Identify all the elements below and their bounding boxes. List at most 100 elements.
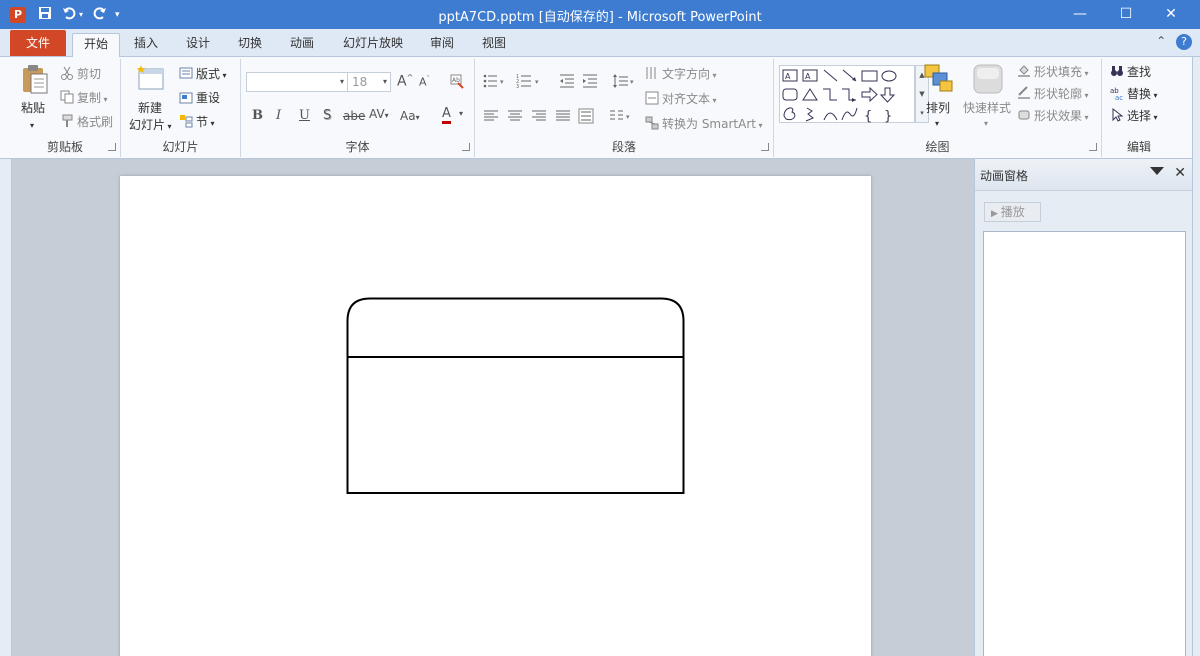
rounded-header-box-shape[interactable]	[346, 297, 685, 494]
new-slide-button[interactable]: 幻灯片 ▾	[129, 116, 172, 136]
binoculars-icon	[1110, 64, 1124, 78]
pencil-icon	[1017, 86, 1031, 100]
section-icon	[179, 114, 193, 128]
align-center-icon[interactable]	[507, 109, 523, 127]
increase-indent-icon[interactable]	[582, 73, 598, 93]
minimize-button[interactable]: —	[1057, 0, 1103, 29]
shape-fill-button[interactable]: 形状填充 ▾	[1017, 63, 1089, 83]
ribbon: 粘贴 ▾ 剪切 复制 ▾ 格式刷 剪贴板 新建 幻灯片 ▾ 版式 ▾ 重设 节 …	[0, 57, 1200, 159]
slides-group: 新建 幻灯片 ▾ 版式 ▾ 重设 节 ▾ 幻灯片	[121, 59, 241, 157]
animation-list[interactable]	[983, 231, 1186, 656]
tab-view[interactable]: 视图	[476, 33, 512, 57]
font-group-label: 字体	[345, 140, 370, 154]
shadow-button[interactable]: S	[323, 108, 331, 123]
arrange-icon[interactable]	[923, 63, 953, 93]
save-icon[interactable]	[38, 6, 52, 24]
paste-icon[interactable]	[20, 63, 50, 94]
align-left-icon[interactable]	[483, 109, 499, 127]
line-spacing-icon[interactable]: ▾	[613, 73, 637, 93]
find-button[interactable]: 查找	[1110, 63, 1151, 81]
slides-pane-collapsed[interactable]	[0, 159, 12, 656]
shapes-gallery[interactable]: A A { }	[779, 65, 915, 124]
justify-icon[interactable]	[555, 109, 571, 127]
tab-file[interactable]: 文件	[10, 30, 66, 56]
tab-animations[interactable]: 动画	[284, 33, 320, 57]
grow-font-button[interactable]: A^	[397, 73, 413, 90]
columns-icon[interactable]: ▾	[609, 109, 633, 127]
decrease-indent-icon[interactable]	[559, 73, 575, 93]
shrink-font-button[interactable]: Aˇ	[419, 75, 430, 89]
quick-styles-dropdown-icon[interactable]: ▾	[984, 115, 988, 133]
clipboard-group-label: 剪贴板	[46, 140, 83, 154]
shape-effects-button[interactable]: 形状效果 ▾	[1017, 107, 1089, 127]
numbering-icon[interactable]: 1 2 3 ▾	[516, 73, 542, 93]
italic-button[interactable]: I	[276, 108, 281, 123]
cut-button[interactable]: 剪切	[60, 65, 101, 83]
svg-text:ac: ac	[1115, 94, 1123, 100]
strikethrough-button[interactable]: abe	[343, 109, 365, 123]
maximize-button[interactable]: ☐	[1103, 0, 1149, 29]
svg-text:▾: ▾	[630, 78, 634, 86]
new-slide-icon[interactable]	[135, 63, 165, 93]
underline-button[interactable]: U	[299, 108, 310, 123]
section-button[interactable]: 节 ▾	[179, 113, 215, 133]
font-launcher-icon[interactable]	[462, 143, 470, 151]
distributed-icon[interactable]	[578, 108, 594, 128]
svg-text:A: A	[805, 72, 811, 81]
shape-outline-button[interactable]: 形状轮廓 ▾	[1017, 85, 1089, 105]
tab-design[interactable]: 设计	[180, 33, 216, 57]
align-right-icon[interactable]	[531, 109, 547, 127]
tab-review[interactable]: 审阅	[424, 33, 460, 57]
font-color-dropdown-icon[interactable]: ▾	[459, 109, 463, 118]
paste-dropdown-icon[interactable]: ▾	[30, 117, 34, 135]
tab-slideshow[interactable]: 幻灯片放映	[336, 33, 410, 57]
change-case-button[interactable]: Aa▾	[400, 109, 420, 123]
play-button[interactable]: ▶ 播放	[984, 202, 1041, 222]
layout-button[interactable]: 版式 ▾	[179, 65, 227, 85]
svg-text:▾: ▾	[626, 113, 630, 121]
customize-quick-access-icon[interactable]: ▾	[115, 6, 120, 24]
undo-icon[interactable]	[62, 6, 76, 24]
minimize-ribbon-icon[interactable]: ⌃	[1156, 34, 1166, 48]
copy-icon	[60, 90, 74, 104]
convert-smartart-button[interactable]: 转换为 SmartArt ▾	[645, 115, 763, 135]
clipboard-launcher-icon[interactable]	[108, 143, 116, 151]
ribbon-tab-row: 文件 开始 插入 设计 切换 动画 幻灯片放映 审阅 视图 ⌃ ?	[0, 29, 1200, 57]
character-spacing-button[interactable]: AV▾	[369, 107, 389, 121]
arrange-dropdown-icon[interactable]: ▾	[935, 115, 939, 133]
close-button[interactable]: ✕	[1149, 0, 1193, 29]
tab-home[interactable]: 开始	[72, 33, 120, 57]
font-size-combobox[interactable]: 18 ▾	[347, 72, 391, 92]
animation-pane-header: 动画窗格 ✕	[975, 159, 1192, 191]
select-button[interactable]: 选择 ▾	[1110, 107, 1158, 127]
close-icon[interactable]: ✕	[1174, 165, 1186, 181]
font-name-combobox[interactable]: ▾	[246, 72, 348, 92]
font-color-button[interactable]: A	[442, 107, 451, 124]
powerpoint-app-icon[interactable]: P	[10, 7, 26, 23]
cursor-icon	[1110, 107, 1124, 122]
svg-text:}: }	[884, 109, 892, 124]
tab-insert[interactable]: 插入	[128, 33, 164, 57]
clear-formatting-icon[interactable]: Ab	[449, 73, 465, 93]
help-icon[interactable]: ?	[1176, 34, 1192, 50]
bold-button[interactable]: B	[252, 108, 263, 123]
text-direction-button[interactable]: 文字方向 ▾	[645, 65, 717, 85]
format-painter-button[interactable]: 格式刷	[60, 113, 113, 131]
pane-options-icon[interactable]	[1150, 167, 1164, 175]
copy-button[interactable]: 复制 ▾	[60, 89, 108, 109]
align-text-button[interactable]: 对齐文本 ▾	[645, 90, 717, 110]
new-slide-label-1[interactable]: 新建	[138, 99, 162, 117]
ribbon-right-controls: ⌃ ?	[1156, 34, 1192, 50]
paste-button[interactable]: 粘贴	[21, 99, 45, 117]
reset-button[interactable]: 重设	[179, 89, 220, 107]
drawing-launcher-icon[interactable]	[1089, 143, 1097, 151]
svg-text:A: A	[785, 72, 791, 81]
replace-button[interactable]: ab ac 替换 ▾	[1110, 85, 1158, 105]
redo-icon[interactable]	[93, 6, 107, 24]
undo-dropdown-icon[interactable]: ▾	[79, 6, 83, 24]
bullets-icon[interactable]: ▾	[483, 73, 507, 93]
paragraph-launcher-icon[interactable]	[761, 143, 769, 151]
slide-canvas[interactable]	[120, 176, 871, 656]
quick-styles-icon[interactable]	[972, 63, 1003, 94]
tab-transitions[interactable]: 切换	[232, 33, 268, 57]
